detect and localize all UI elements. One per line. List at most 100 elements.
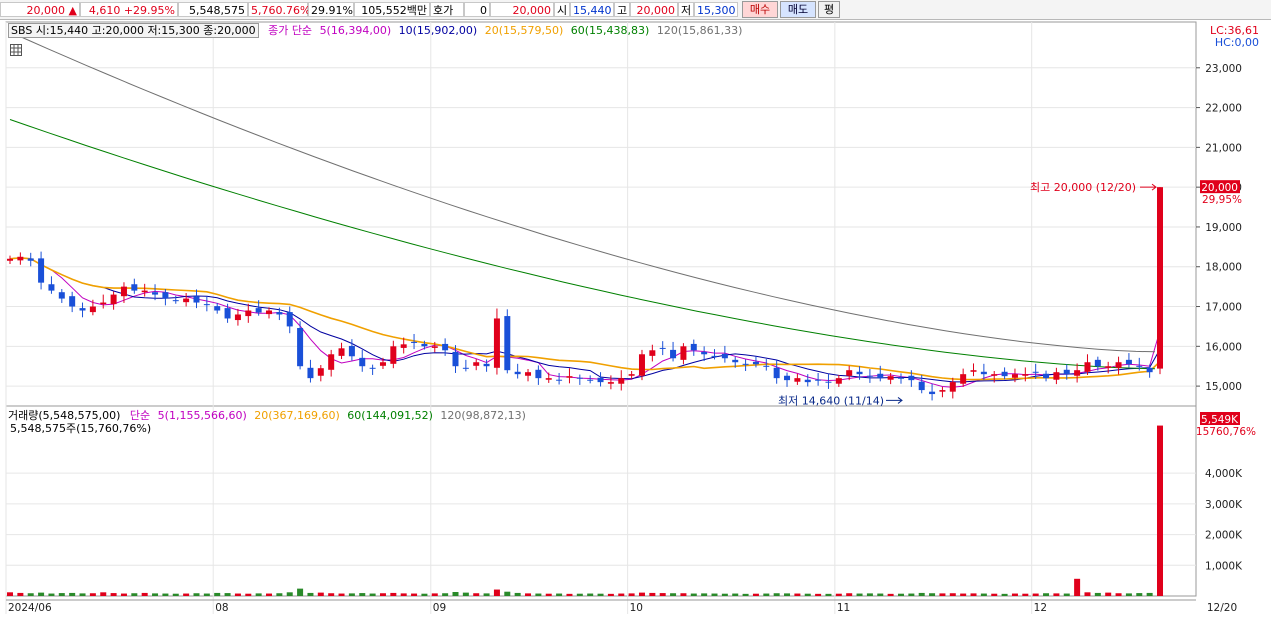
- volume-bar: [162, 593, 169, 596]
- volume-bar: [587, 593, 594, 596]
- volume-bar: [618, 593, 625, 596]
- candle-body: [1001, 371, 1008, 377]
- trade-amount: 105,552백만: [354, 2, 430, 17]
- candle-body: [1043, 373, 1050, 379]
- candle-body: [390, 346, 397, 364]
- buy-button[interactable]: 매수: [742, 1, 778, 18]
- candle-body: [1125, 359, 1132, 365]
- candle-body: [587, 379, 594, 381]
- price-tick-label: 17,000: [1205, 302, 1242, 314]
- candle-body: [1032, 371, 1039, 373]
- grid-toggle-icon[interactable]: [10, 44, 22, 59]
- candle-body: [1115, 362, 1122, 368]
- volume-bar: [576, 593, 583, 596]
- candle-body: [1074, 370, 1081, 376]
- candle-body: [773, 367, 780, 379]
- volume-bar: [887, 593, 894, 596]
- volume-bar: [784, 593, 791, 596]
- eval-button[interactable]: 평: [818, 1, 840, 18]
- candle-body: [152, 292, 159, 295]
- candle-body: [897, 377, 904, 379]
- volume-bar: [1084, 592, 1091, 596]
- price-tick-label: 19,000: [1205, 222, 1242, 234]
- volume-bar: [400, 593, 407, 596]
- candle-body: [183, 298, 190, 303]
- stock-info[interactable]: SBS 시:15,440 고:20,000 저:15,300 종:20,000: [8, 23, 259, 38]
- low-label: 저: [678, 2, 694, 17]
- volume-bar: [183, 593, 190, 596]
- candle-body: [172, 300, 179, 302]
- candle-body: [162, 292, 169, 299]
- candle-body: [234, 314, 241, 321]
- candle-body: [1105, 366, 1112, 368]
- candle-body: [462, 367, 469, 369]
- volume-bar: [877, 593, 884, 596]
- candle-body: [1094, 359, 1101, 367]
- volume-bar: [701, 593, 708, 596]
- volume-bar: [493, 589, 500, 596]
- volume-bar: [7, 592, 13, 596]
- volume-bar: [1063, 593, 1070, 596]
- ma-legend-item-4: 120(15,861,33): [653, 24, 743, 37]
- candle-body: [535, 369, 542, 379]
- volume-bar: [172, 593, 179, 596]
- candle-body: [307, 367, 314, 379]
- volume-bar: [960, 593, 967, 596]
- candle-body: [79, 308, 86, 311]
- candle-body: [1157, 187, 1163, 369]
- volume-bar: [970, 593, 977, 596]
- volume-bar: [1011, 593, 1018, 596]
- volume-bar: [752, 593, 759, 596]
- volume-bar: [514, 592, 521, 596]
- candle-body: [721, 353, 728, 359]
- candle-body: [338, 348, 345, 356]
- candle-body: [1022, 374, 1029, 376]
- candle-body: [120, 286, 127, 297]
- volume-bar: [1053, 593, 1060, 596]
- candle-body: [514, 371, 521, 375]
- volume-bar: [203, 593, 210, 596]
- candle-body: [255, 308, 262, 313]
- sell-button[interactable]: 매도: [780, 1, 816, 18]
- volume-bar: [794, 593, 801, 596]
- volume-bar: [17, 592, 24, 596]
- volume-bar: [431, 593, 438, 596]
- volume-bar: [649, 592, 656, 596]
- candle-body: [48, 284, 55, 291]
- volume-bar: [897, 593, 904, 596]
- candle-body: [7, 258, 13, 261]
- volume-bar: [48, 593, 55, 596]
- volume-bar: [1001, 593, 1008, 596]
- x-axis-label: 11: [837, 602, 850, 614]
- volume-bar: [1115, 593, 1122, 596]
- candle-body: [970, 370, 977, 372]
- candle-body: [141, 290, 148, 293]
- volume-bar: [680, 593, 687, 596]
- candle-body: [1011, 374, 1018, 378]
- volume-bar: [535, 593, 542, 596]
- high-price: 20,000: [630, 2, 678, 17]
- current-volume-pct: 15760,76%: [1196, 426, 1256, 438]
- volume-tick-label: 1,000K: [1205, 560, 1243, 572]
- volume-bar: [462, 592, 469, 596]
- price-tick-label: 16,000: [1205, 341, 1242, 353]
- candle-body: [846, 370, 853, 376]
- volume-bar: [317, 592, 324, 596]
- candle-body: [949, 382, 956, 392]
- x-axis-label: 08: [215, 602, 228, 614]
- stock-chart: 23,000 22,000 21,000 20,000 19,000 18,000 17,0…: [0, 20, 1271, 620]
- candle-body: [317, 368, 324, 376]
- volume-bar: [525, 593, 532, 596]
- volume-bar: [980, 593, 987, 596]
- volume-bar: [286, 592, 293, 596]
- volume-bar: [711, 593, 718, 596]
- price-tick-label: 22,000: [1205, 103, 1242, 115]
- candle-body: [794, 378, 801, 382]
- volume-bar: [504, 591, 511, 596]
- volume-bar: [545, 593, 552, 596]
- candle-body: [711, 355, 718, 357]
- volume-ma-legend-item-0: 5(1,155,566,60): [157, 409, 247, 422]
- volume-bar: [721, 593, 728, 596]
- candle-body: [556, 379, 563, 381]
- volume-bar: [131, 593, 138, 596]
